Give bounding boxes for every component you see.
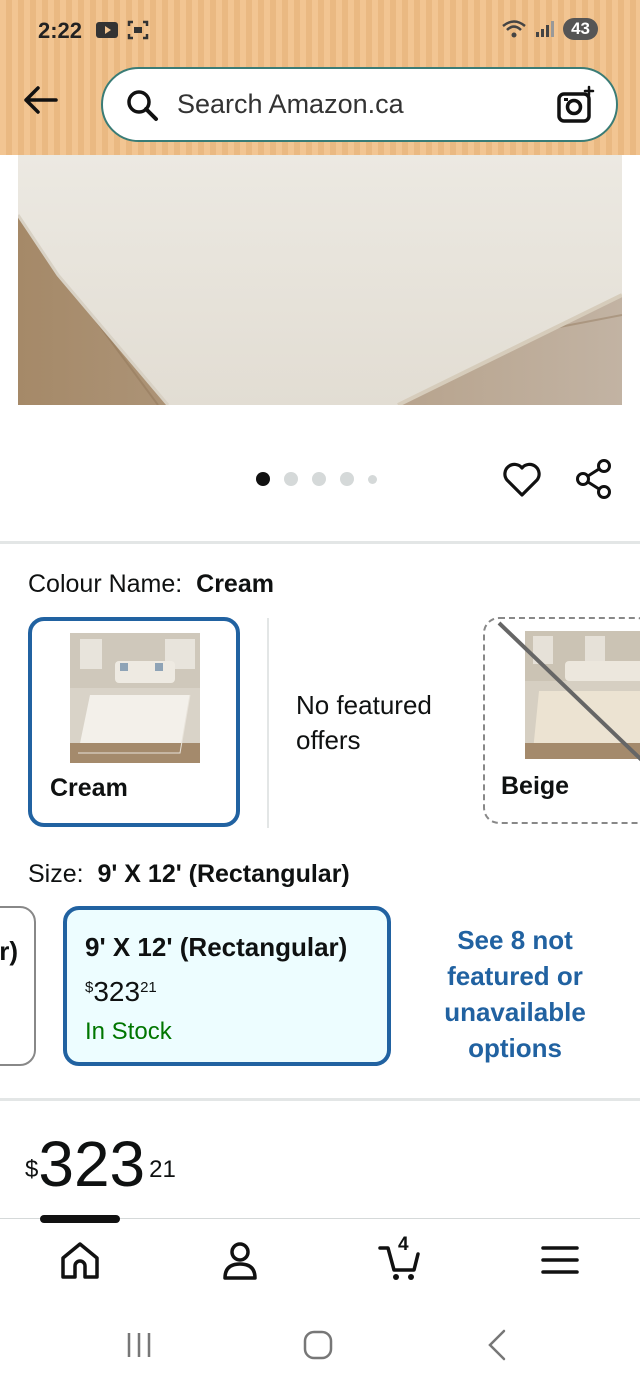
colour-swatch-cream[interactable]: Cream [28,617,240,827]
home-icon[interactable] [58,1238,102,1282]
active-tab-indicator [40,1215,120,1223]
no-featured-offers-text: No featured offers [296,690,432,755]
status-time: 2:22 [38,18,83,43]
size-option-title: 9' X 12' (Rectangular) [85,932,348,962]
pagination-dot[interactable] [312,472,326,486]
system-navigation-bar [0,1308,640,1388]
size-selected-value: 9' X 12' (Rectangular) [97,860,350,888]
camera-search-icon[interactable] [556,85,596,125]
account-icon[interactable] [218,1238,262,1282]
pagination-dot[interactable] [256,472,270,486]
status-left-icons [95,20,149,40]
colour-name-label: Colour Name: Cream [28,570,274,598]
product-image[interactable] [18,155,622,405]
wifi-icon [502,20,526,38]
pagination-dot[interactable] [340,472,354,486]
battery-icon: 43 [563,18,598,40]
pagination-dot[interactable] [284,472,298,486]
size-option-previous[interactable]: r) [0,906,36,1066]
section-divider [0,541,640,544]
search-icon [127,89,158,121]
swatch-image [70,633,200,763]
cart-count-badge: 4 [398,1234,409,1255]
swatch-label: Beige [501,772,570,800]
menu-icon[interactable] [538,1238,582,1282]
size-option-price: $32321 [85,976,157,1007]
size-label: Size: 9' X 12' (Rectangular) [28,860,350,888]
pagination-dot[interactable] [368,474,377,484]
recent-apps-icon[interactable] [124,1330,154,1360]
stock-status: In Stock [85,1018,172,1045]
see-unavailable-options-link[interactable]: See 8 not featured or unavailable option… [420,922,610,1066]
size-option-title: r) [0,936,18,966]
search-bar[interactable]: Search Amazon.ca [101,67,618,142]
gallery-pagination [256,472,377,486]
status-right-icons: 43 [501,18,598,40]
back-button-icon[interactable] [484,1328,510,1362]
colour-selected-value: Cream [196,570,274,598]
heart-icon[interactable] [502,460,542,500]
size-option-selected[interactable]: 9' X 12' (Rectangular) $32321 In Stock [63,906,391,1066]
youtube-icon [96,22,118,38]
screenshot-icon [127,20,149,40]
search-input[interactable]: Search Amazon.ca [177,89,556,120]
home-button-icon[interactable] [302,1329,334,1361]
back-arrow-icon[interactable] [20,80,60,120]
swatch-separator [267,618,269,828]
signal-icon [536,21,555,37]
section-divider [0,1098,640,1101]
share-icon[interactable] [574,458,614,500]
swatch-label: Cream [50,774,128,802]
product-price: $323 21 [25,1128,176,1200]
